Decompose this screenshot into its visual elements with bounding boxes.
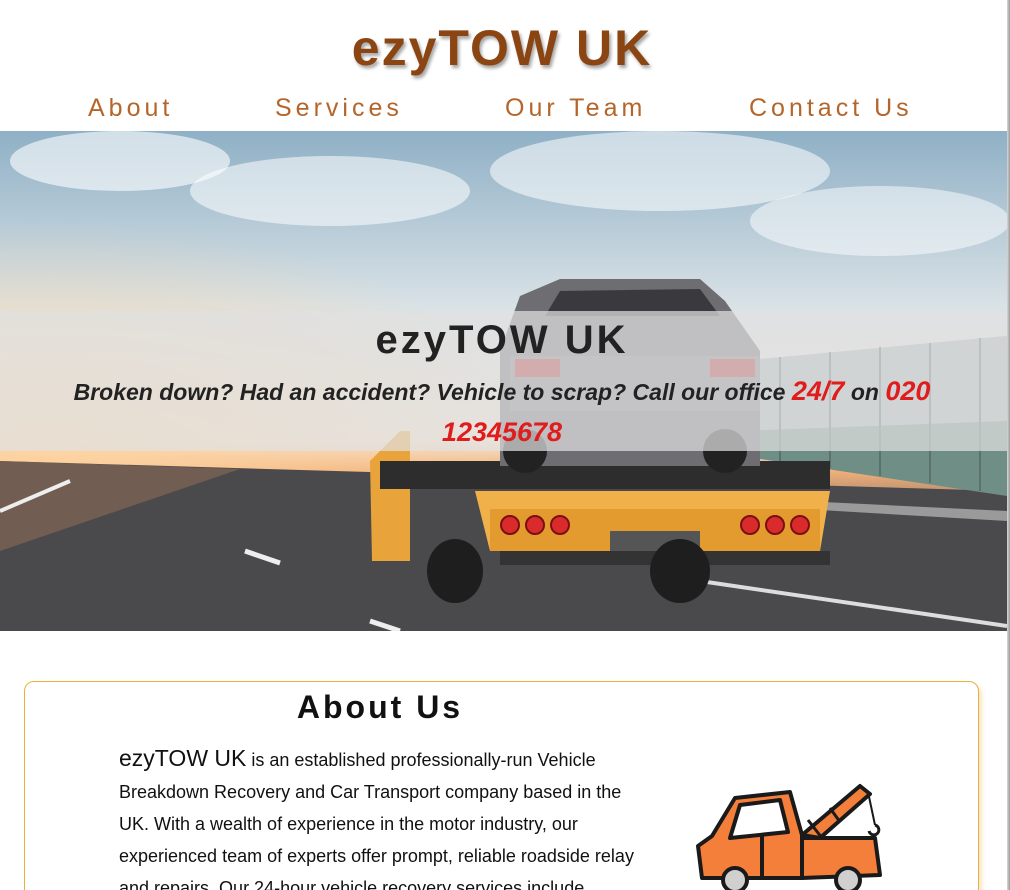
hero-title: ezyTOW UK (375, 318, 629, 362)
about-paragraph: ezyTOW UK is an established professional… (119, 742, 654, 890)
main-nav: About Services Our Team Contact Us (0, 92, 1004, 126)
site-logo-title[interactable]: ezyTOW UK (0, 18, 1004, 78)
nav-about[interactable]: About (88, 92, 173, 124)
tagline-text: Broken down? Had an accident? Vehicle to… (73, 379, 792, 405)
about-brandname: ezyTOW UK (119, 745, 247, 771)
hero-tagline: Broken down? Had an accident? Vehicle to… (40, 371, 964, 453)
page: ezyTOW UK About Services Our Team Contac… (0, 0, 1010, 890)
about-title: About Us (296, 689, 464, 725)
tagline-hours: 24/7 (791, 376, 845, 406)
nav-services[interactable]: Services (275, 92, 403, 124)
tow-truck-icon (696, 784, 882, 890)
nav-contact-us[interactable]: Contact Us (749, 92, 913, 124)
about-body: is an established professionally-run Veh… (119, 750, 634, 890)
nav-our-team[interactable]: Our Team (505, 92, 646, 124)
tagline-on: on (844, 379, 886, 405)
